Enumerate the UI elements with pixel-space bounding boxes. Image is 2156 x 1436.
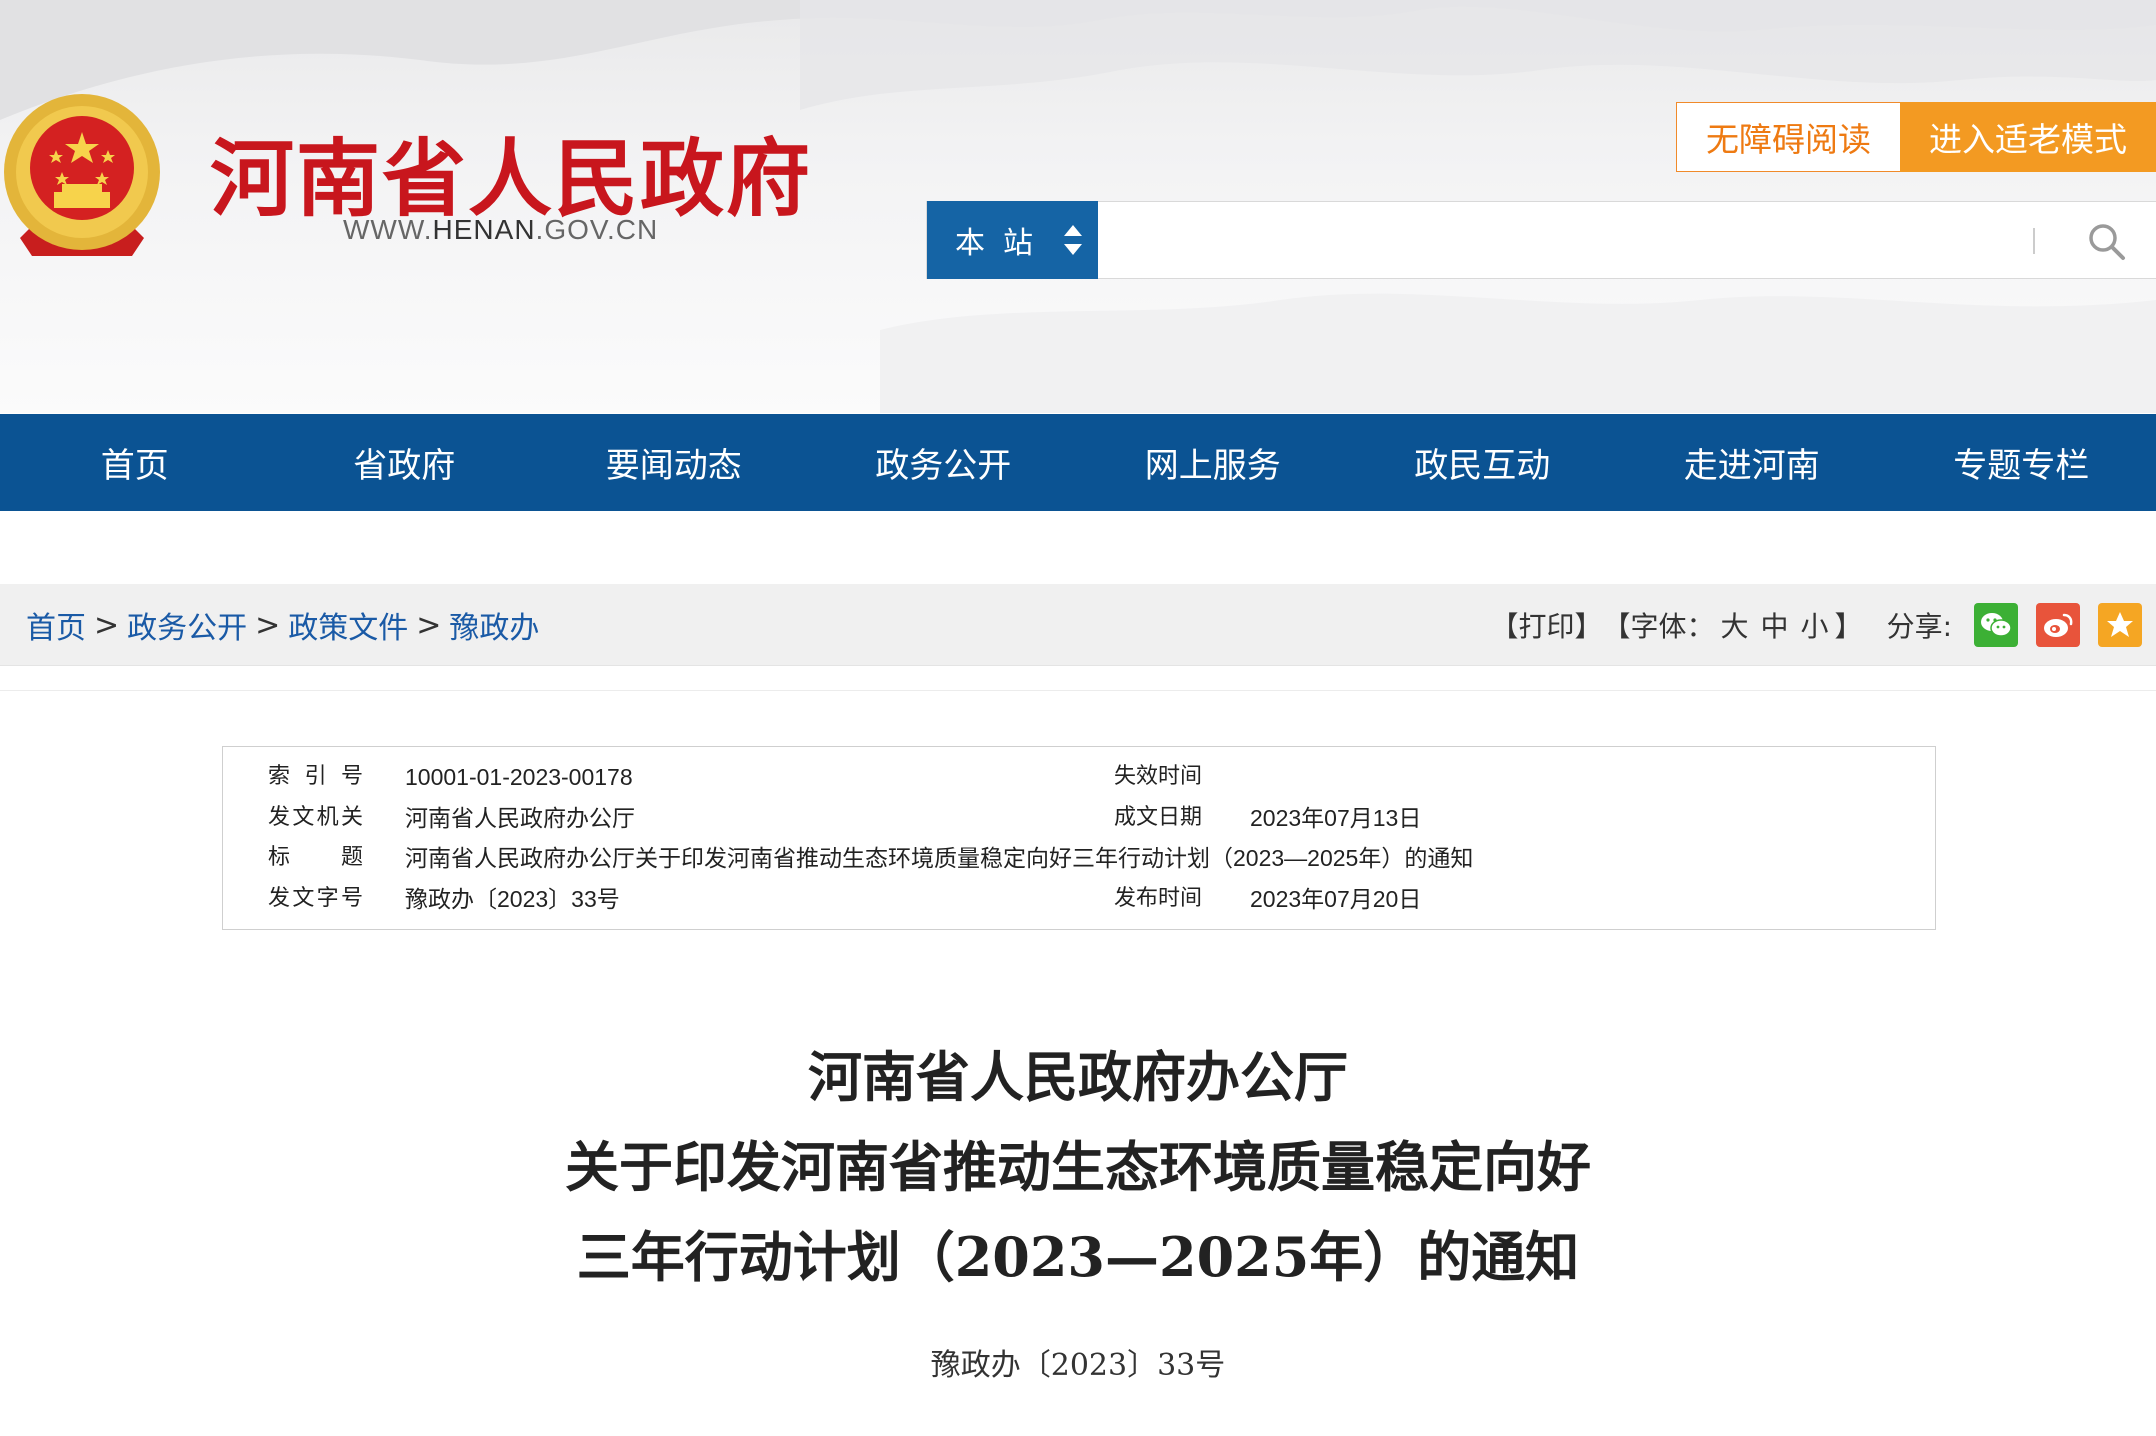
nav-item-special-topics[interactable]: 专题专栏 (1887, 414, 2156, 511)
meta-key-created: 成文日期 (1114, 805, 1203, 830)
meta-row: 发文机关 河南省人民政府办公厅 成文日期 2023年07月13日 (223, 798, 1935, 838)
search-scope-label: 本站 (955, 226, 1051, 261)
meta-row: 发文字号 豫政办〔2023〕33号 发布时间 2023年07月20日 (223, 879, 1935, 919)
site-url-suffix: .GOV.CN (535, 214, 659, 245)
breadcrumb: 首页 > 政务公开 > 政策文件 > 豫政办 (26, 584, 539, 666)
font-size-close: 】 (1834, 610, 1863, 643)
page-tools: 【打印】 【字体： 大 中 小 】 分享: (1490, 584, 2156, 666)
search-input[interactable] (1117, 212, 1937, 268)
wechat-share-icon[interactable] (1974, 603, 2018, 647)
nav-item-interaction[interactable]: 政民互动 (1348, 414, 1618, 511)
meta-val-docno: 豫政办〔2023〕33号 (405, 886, 620, 912)
meta-val-title: 河南省人民政府办公厅关于印发河南省推动生态环境质量稳定向好三年行动计划（2023… (405, 845, 1474, 871)
search-icon[interactable] (2085, 220, 2129, 264)
site-header: 河南省人民政府 WWW.HENAN.GOV.CN 无障碍阅读 进入适老模式 本站 (0, 0, 2156, 413)
font-size-label: 【字体： (1602, 610, 1715, 643)
meta-val-index: 10001-01-2023-00178 (405, 764, 633, 790)
meta-row: 索 引 号 10001-01-2023-00178 失效时间 (223, 757, 1935, 797)
breadcrumb-separator: > (94, 607, 120, 643)
favorite-star-icon[interactable] (2098, 603, 2142, 647)
meta-val-publish: 2023年07月20日 (1250, 886, 1422, 912)
meta-key-index: 索 引 号 (268, 764, 363, 789)
print-link[interactable]: 【打印】 (1490, 605, 1602, 645)
site-url-highlight: HENAN (432, 214, 536, 245)
nav-item-about-henan[interactable]: 走进河南 (1617, 414, 1887, 511)
meta-key-expire: 失效时间 (1114, 764, 1203, 789)
site-url-prefix: WWW. (343, 214, 433, 245)
document-title-line-3: 三年行动计划（2023—2025年）的通知 (576, 1225, 1580, 1289)
share-label: 分享: (1886, 610, 1952, 643)
document-number: 豫政办〔2023〕33号 (930, 1348, 1226, 1383)
meta-key-title: 标 题 (268, 845, 363, 870)
document-title-line-1: 河南省人民政府办公厅 (808, 1045, 1348, 1109)
section-divider (0, 690, 2156, 691)
meta-row: 标 题 河南省人民政府办公厅关于印发河南省推动生态环境质量稳定向好三年行动计划（… (223, 838, 1935, 878)
meta-val-issuer: 河南省人民政府办公厅 (405, 805, 635, 831)
site-url: WWW.HENAN.GOV.CN (343, 214, 658, 246)
search-scope-select[interactable]: 本站 (927, 201, 1098, 279)
breadcrumb-separator: > (255, 607, 281, 643)
breadcrumb-gov-affairs[interactable]: 政务公开 (127, 603, 247, 647)
breadcrumb-bar: 首页 > 政务公开 > 政策文件 > 豫政办 【打印】 【字体： 大 中 小 】… (0, 584, 2156, 666)
breadcrumb-yuzhengban[interactable]: 豫政办 (449, 603, 539, 647)
national-emblem-icon (4, 94, 160, 256)
document-title: 河南省人民政府办公厅 关于印发河南省推动生态环境质量稳定向好 三年行动计划（20… (0, 1032, 2156, 1302)
sort-arrows-icon (1064, 225, 1082, 255)
elder-mode-button[interactable]: 进入适老模式 (1900, 102, 2156, 172)
meta-key-issuer: 发文机关 (268, 805, 363, 830)
breadcrumb-separator: > (416, 607, 442, 643)
meta-val-created: 2023年07月13日 (1250, 805, 1422, 831)
nav-item-online-services[interactable]: 网上服务 (1078, 414, 1348, 511)
main-nav: 首页 省政府 要闻动态 政务公开 网上服务 政民互动 走进河南 专题专栏 (0, 414, 2156, 511)
breadcrumb-policy-docs[interactable]: 政策文件 (288, 603, 408, 647)
font-size-medium[interactable]: 中 (1761, 605, 1789, 645)
document-meta-table: 索 引 号 10001-01-2023-00178 失效时间 发文机关 河南省人… (222, 746, 1936, 930)
nav-item-news[interactable]: 要闻动态 (539, 414, 809, 511)
font-size-small[interactable]: 小 (1801, 605, 1829, 645)
breadcrumb-home[interactable]: 首页 (26, 603, 86, 647)
search-divider (2033, 228, 2035, 254)
accessible-reading-button[interactable]: 无障碍阅读 (1676, 102, 1901, 172)
meta-key-docno: 发文字号 (268, 886, 363, 911)
document-title-line-2: 关于印发河南省推动生态环境质量稳定向好 (565, 1135, 1591, 1199)
font-size-large[interactable]: 大 (1721, 605, 1749, 645)
nav-item-gov-affairs[interactable]: 政务公开 (809, 414, 1079, 511)
search-bar: 本站 (926, 201, 2156, 279)
nav-item-home[interactable]: 首页 (0, 414, 270, 511)
nav-item-provincial-gov[interactable]: 省政府 (270, 414, 540, 511)
meta-key-publish: 发布时间 (1114, 886, 1203, 911)
weibo-share-icon[interactable] (2036, 603, 2080, 647)
